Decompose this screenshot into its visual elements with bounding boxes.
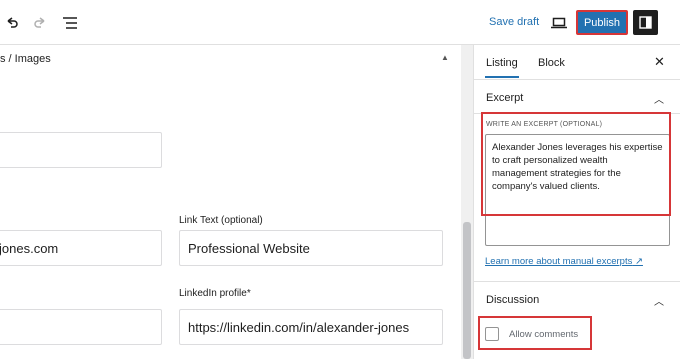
excerpt-title: Excerpt <box>486 92 524 104</box>
sidebar-tabs: Listing Block ✕ <box>474 45 680 80</box>
chevron-up-icon[interactable]: ︿ <box>654 91 664 106</box>
learn-more-link[interactable]: Learn more about manual excerpts ↗ <box>485 256 643 267</box>
excerpt-textarea[interactable]: Alexander Jones leverages his expertise … <box>485 134 670 246</box>
settings-sidebar: Listing Block ✕ Excerpt ︿ WRITE AN EXCER… <box>473 45 680 359</box>
tab-listing[interactable]: Listing <box>485 57 519 78</box>
discussion-title: Discussion <box>486 294 540 306</box>
text-field[interactable] <box>0 309 162 345</box>
undo-icon[interactable] <box>0 11 24 35</box>
chevron-up-icon[interactable]: ︿ <box>654 293 664 308</box>
allow-comments-checkbox[interactable] <box>485 327 499 341</box>
save-draft-button[interactable]: Save draft <box>489 16 539 28</box>
link-text-label: Link Text (optional) <box>179 215 263 226</box>
redo-icon[interactable] <box>28 11 52 35</box>
list-view-icon[interactable] <box>58 11 82 35</box>
excerpt-panel-header[interactable]: Excerpt ︿ <box>474 80 680 114</box>
allow-comments-label: Allow comments <box>509 329 579 340</box>
section-title: s / Images <box>0 53 51 65</box>
text-field[interactable] <box>0 132 162 168</box>
linkedin-field[interactable]: https://linkedin.com/in/alexander-jones <box>179 309 443 345</box>
linkedin-label: LinkedIn profile* <box>179 288 251 299</box>
preview-icon[interactable] <box>547 11 571 35</box>
settings-icon[interactable] <box>633 10 658 35</box>
close-icon[interactable]: ✕ <box>654 54 665 70</box>
collapse-arrow-icon[interactable]: ▲ <box>441 53 449 62</box>
tab-block[interactable]: Block <box>538 57 565 69</box>
top-toolbar: Save draft Publish <box>0 0 680 45</box>
excerpt-label: WRITE AN EXCERPT (OPTIONAL) <box>486 121 603 128</box>
discussion-panel-header[interactable]: Discussion ︿ <box>474 281 680 315</box>
editor-canvas: s / Images ▲ jones.com Link Text (option… <box>0 45 461 359</box>
website-field[interactable]: jones.com <box>0 230 162 266</box>
publish-button[interactable]: Publish <box>576 10 628 35</box>
link-text-field[interactable]: Professional Website <box>179 230 443 266</box>
scrollbar-thumb[interactable] <box>463 222 471 359</box>
